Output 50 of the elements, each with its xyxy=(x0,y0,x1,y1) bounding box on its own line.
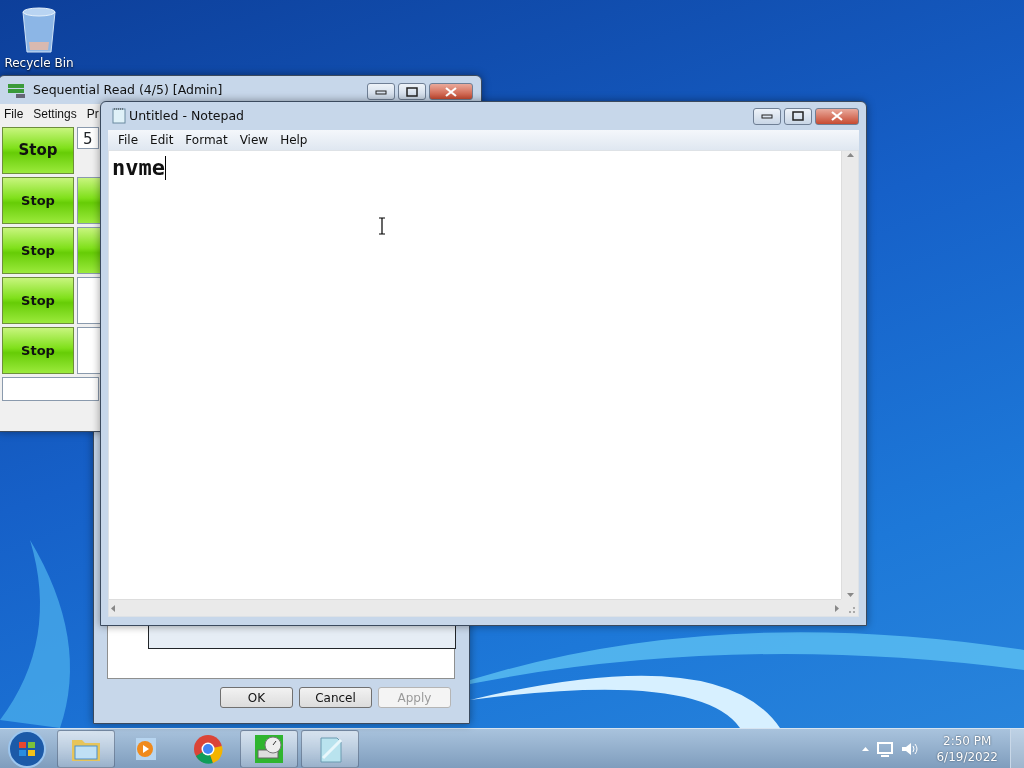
minimize-icon xyxy=(761,111,773,121)
show-hidden-icons-button[interactable] xyxy=(861,744,871,753)
count-field[interactable]: 5 xyxy=(77,127,99,149)
clock-date: 6/19/2022 xyxy=(936,748,998,765)
stop-button[interactable]: Stop xyxy=(2,127,74,174)
menu-item[interactable]: Format xyxy=(179,131,234,149)
vertical-scrollbar[interactable] xyxy=(841,151,858,599)
desktop-icon-label[interactable]: Recycle Bin xyxy=(4,54,74,72)
menu-item[interactable]: Settings xyxy=(28,105,82,123)
network-icon[interactable] xyxy=(876,740,895,757)
clock-time: 2:50 PM xyxy=(942,732,993,749)
volume-icon[interactable] xyxy=(900,740,919,757)
comment-field[interactable] xyxy=(2,377,99,401)
maximize-icon xyxy=(406,86,418,97)
minimize-button[interactable] xyxy=(367,83,395,100)
menu-item[interactable]: Pr xyxy=(81,105,104,123)
stop-button[interactable]: Stop xyxy=(2,227,74,274)
taskbar-button[interactable] xyxy=(301,729,359,768)
stop-button[interactable]: Stop xyxy=(2,177,74,224)
menu-item[interactable]: Help xyxy=(274,131,314,149)
taskbar-button[interactable] xyxy=(240,729,298,768)
close-icon xyxy=(445,86,457,97)
app-icon xyxy=(7,82,27,98)
horizontal-scrollbar[interactable] xyxy=(109,599,841,616)
text-content[interactable]: nvme xyxy=(112,154,165,182)
show-desktop-button[interactable] xyxy=(1010,728,1024,768)
minimize-button[interactable] xyxy=(753,107,781,125)
dialog-button[interactable]: Cancel xyxy=(299,687,372,708)
start-button[interactable] xyxy=(7,728,47,768)
stop-button[interactable]: Stop xyxy=(2,327,74,374)
text-cursor-icon xyxy=(378,217,386,235)
close-button[interactable] xyxy=(815,107,859,125)
menu-item[interactable]: View xyxy=(233,131,275,149)
close-button[interactable] xyxy=(429,83,473,100)
maximize-icon xyxy=(792,111,804,121)
window-title: Sequential Read (4/5) [Admin] xyxy=(33,80,224,99)
stop-button[interactable]: Stop xyxy=(2,277,74,324)
dialog-button[interactable]: OK xyxy=(220,687,293,708)
notepad-icon xyxy=(112,108,126,124)
text-caret xyxy=(165,156,166,180)
maximize-button[interactable] xyxy=(784,107,812,125)
taskbar-button[interactable] xyxy=(57,729,115,768)
window-title: Untitled - Notepad xyxy=(129,106,246,125)
menu-item[interactable]: File xyxy=(0,105,29,123)
menu-item[interactable]: Edit xyxy=(144,131,180,149)
recycle-bin-icon[interactable] xyxy=(19,6,59,54)
scroll-left-icon[interactable] xyxy=(109,603,117,613)
close-icon xyxy=(831,111,843,121)
menu-item[interactable]: File xyxy=(112,131,145,149)
maximize-button[interactable] xyxy=(398,83,426,100)
